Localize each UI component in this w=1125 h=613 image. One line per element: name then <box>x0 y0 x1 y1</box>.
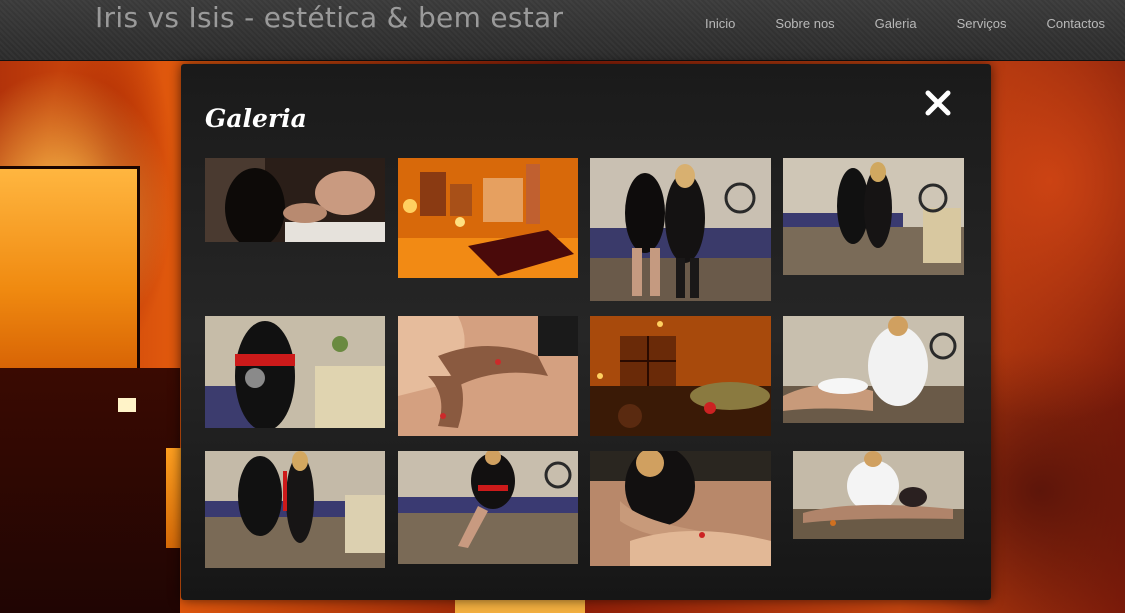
site-title[interactable]: Iris vs Isis - estética & bem estar <box>95 0 563 36</box>
nav-item-galeria[interactable]: Galeria <box>875 16 917 31</box>
hero-bottom-light <box>455 598 585 613</box>
hero-candle-frame <box>0 166 140 372</box>
nav-item-inicio[interactable]: Inicio <box>705 16 735 31</box>
two-women-table-photo <box>205 451 385 568</box>
main-nav: Inicio Sobre nos Galeria Serviços Contac… <box>705 0 1125 46</box>
gallery-modal: Galeria <box>181 64 991 600</box>
gallery-thumbnail-7[interactable] <box>590 316 771 436</box>
gallery-thumbnail-9[interactable] <box>205 451 385 568</box>
gallery-thumbnail-8[interactable] <box>783 316 964 423</box>
back-massage-photo <box>398 316 578 436</box>
hero-light-spot <box>118 398 136 412</box>
modal-title: Galeria <box>205 104 307 133</box>
woman-red-belt-photo <box>205 316 385 428</box>
close-icon <box>925 90 951 116</box>
woman-seated-table-photo <box>398 451 578 564</box>
leg-massage-photo <box>590 451 771 566</box>
candlelit-room-photo <box>590 316 771 436</box>
nav-item-servicos[interactable]: Serviços <box>957 16 1007 31</box>
gallery-thumbnail-1[interactable] <box>205 158 385 242</box>
massage-feet-photo <box>205 158 385 242</box>
gallery-thumbnail-11[interactable] <box>590 451 771 566</box>
top-navigation-bar: Iris vs Isis - estética & bem estar Inic… <box>0 0 1125 61</box>
nav-item-contactos[interactable]: Contactos <box>1046 16 1105 31</box>
gallery-thumbnail-5[interactable] <box>205 316 385 428</box>
massage-table-white-photo <box>793 451 964 539</box>
candles-products-photo <box>398 158 578 278</box>
two-women-standing-photo <box>590 158 771 301</box>
gallery-thumbnail-3[interactable] <box>590 158 771 301</box>
gallery-thumbnail-12[interactable] <box>793 451 964 539</box>
gallery-thumbnail-4[interactable] <box>783 158 964 275</box>
white-uniform-massage-photo <box>783 316 964 423</box>
gallery-thumbnail-10[interactable] <box>398 451 578 564</box>
gallery-thumbnail-2[interactable] <box>398 158 578 278</box>
gallery-thumbnail-6[interactable] <box>398 316 578 436</box>
hero-dark-furniture <box>0 368 180 613</box>
close-button[interactable] <box>923 88 953 118</box>
nav-item-sobre-nos[interactable]: Sobre nos <box>775 16 834 31</box>
two-women-room-photo <box>783 158 964 275</box>
